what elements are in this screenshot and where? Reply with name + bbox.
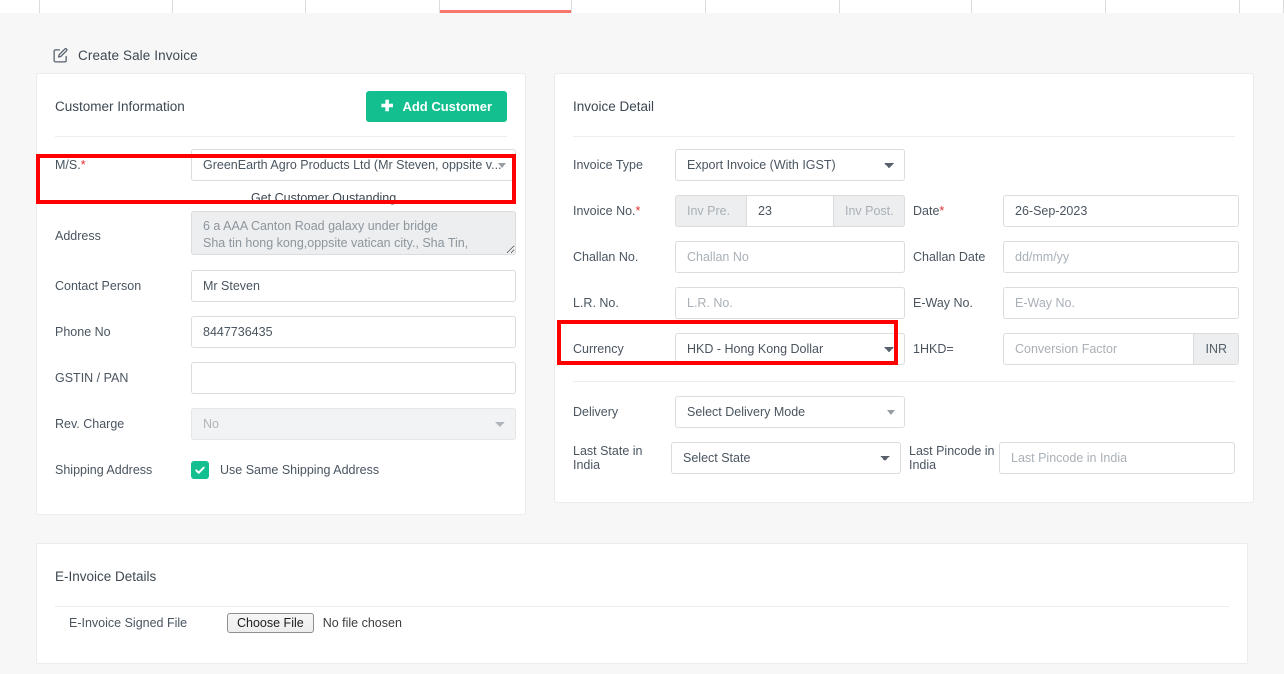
invoice-type-select[interactable]: Export Invoice (With IGST) [675,149,905,181]
invoice-type-row: Invoice Type Export Invoice (With IGST) [573,145,1235,185]
shipping-address-label: Shipping Address [55,463,153,477]
einvoice-file-row: E-Invoice Signed File Choose File No fil… [37,607,1247,663]
edit-square-icon [52,47,69,64]
last-state-row: Last State in India Select State Last Pi… [573,438,1235,478]
use-same-shipping-address-label: Use Same Shipping Address [220,463,380,477]
browser-tab-9[interactable] [1106,0,1240,13]
challan-no-input[interactable] [675,241,905,273]
conversion-currency-addon: INR [1193,333,1239,365]
browser-tab-10[interactable] [1240,0,1284,13]
date-label: Date* [913,204,945,218]
phone-no-input[interactable] [191,316,516,348]
invoice-no-row: Invoice No.* Date* [573,191,1239,231]
rev-charge-select: No [191,408,516,440]
invoice-date-input[interactable] [1003,195,1239,227]
invoice-detail-title: Invoice Detail [573,99,655,114]
challan-date-label: Challan Date [913,250,986,264]
rev-charge-row: Rev. Charge No [55,404,516,444]
inv-postfix-input [833,195,905,227]
lr-no-input[interactable] [675,287,905,319]
lr-no-label: L.R. No. [573,296,619,310]
einvoice-details-title: E-Invoice Details [55,569,157,584]
last-pincode-input[interactable] [999,442,1235,474]
choose-file-button[interactable]: Choose File [227,613,314,633]
currency-row: Currency HKD - Hong Kong Dollar 1HKD= IN… [573,329,1239,369]
ms-label: M/S.* [55,158,86,172]
customer-card-header: Customer Information ✚ Add Customer [37,74,525,136]
invoice-detail-card: Invoice Detail Invoice Type Export Invoi… [554,73,1254,503]
einvoice-card-header: E-Invoice Details [37,544,1247,606]
invoice-no-group [675,195,905,227]
date-required-asterisk: * [939,204,945,218]
last-pincode-label: Last Pincode in India [909,443,995,472]
challan-date-input[interactable] [1003,241,1239,273]
browser-tab-0[interactable] [0,0,40,13]
invoice-no-label: Invoice No.* [573,204,641,218]
browser-tab-3[interactable] [306,0,440,13]
challan-no-row: Challan No. Challan Date [573,237,1239,277]
ms-selected-value: GreenEarth Agro Products Ltd (Mr Steven,… [203,158,502,172]
invoice-section-divider [573,381,1235,382]
get-customer-outstanding-link[interactable]: Get Customer Oustanding [251,191,507,205]
contact-person-row: Contact Person [55,266,516,306]
delivery-mode-value: Select Delivery Mode [687,405,806,419]
add-customer-label: Add Customer [402,99,492,114]
invoice-form: Invoice Type Export Invoice (With IGST) … [555,137,1253,502]
browser-tab-4[interactable] [440,0,572,13]
shipping-address-row: Shipping Address Use Same Shipping Addre… [55,450,507,490]
add-customer-button[interactable]: ✚ Add Customer [365,91,507,122]
gstin-pan-input[interactable] [191,362,516,394]
inv-prefix-input [675,195,747,227]
last-state-label: Last State in India [573,443,643,472]
page-title: Create Sale Invoice [78,47,198,63]
delivery-row: Delivery Select Delivery Mode [573,392,1235,432]
page-header: Create Sale Invoice [0,13,1284,73]
conversion-factor-group: INR [1003,333,1239,365]
invoice-no-required-asterisk: * [635,204,641,218]
address-textarea: 6 a AAA Canton Road galaxy under bridge … [191,211,516,255]
lr-no-row: L.R. No. E-Way No. [573,283,1239,323]
use-same-shipping-address-checkbox[interactable] [191,461,209,479]
delivery-mode-select[interactable]: Select Delivery Mode [675,396,905,428]
eway-no-label: E-Way No. [913,296,973,310]
browser-tab-2[interactable] [173,0,306,13]
address-label: Address [55,228,101,243]
main-cards-row: Customer Information ✚ Add Customer M/S.… [36,73,1254,515]
browser-tab-7[interactable] [840,0,972,13]
plus-icon: ✚ [380,98,394,115]
gstin-pan-label: GSTIN / PAN [55,371,129,385]
currency-label: Currency [573,342,624,356]
einvoice-details-card: E-Invoice Details E-Invoice Signed File … [36,543,1248,664]
browser-tab-6[interactable] [706,0,840,13]
address-row: Address 6 a AAA Canton Road galaxy under… [55,211,516,260]
browser-tab-strip[interactable] [0,0,1284,13]
contact-person-input[interactable] [191,270,516,302]
ms-select[interactable]: GreenEarth Agro Products Ltd (Mr Steven,… [191,149,516,181]
phone-no-row: Phone No [55,312,516,352]
eway-no-input[interactable] [1003,287,1239,319]
customer-form: M/S.* GreenEarth Agro Products Ltd (Mr S… [37,137,525,514]
ms-row: M/S.* GreenEarth Agro Products Ltd (Mr S… [55,145,516,185]
rev-charge-label: Rev. Charge [55,417,125,431]
browser-tab-8[interactable] [972,0,1106,13]
conversion-factor-input[interactable] [1003,333,1195,365]
einvoice-signed-file-label: E-Invoice Signed File [69,616,188,630]
invoice-type-label: Invoice Type [573,158,643,172]
customer-information-card: Customer Information ✚ Add Customer M/S.… [36,73,526,515]
phone-no-label: Phone No [55,325,111,339]
delivery-label: Delivery [573,405,619,419]
challan-no-label: Challan No. [573,250,639,264]
customer-information-title: Customer Information [55,99,185,114]
browser-tab-5[interactable] [572,0,706,13]
no-file-chosen-text: No file chosen [322,616,402,630]
gstin-pan-row: GSTIN / PAN [55,358,516,398]
conversion-rate-label: 1HKD= [913,342,954,356]
ms-required-asterisk: * [80,158,86,172]
invoice-number-input[interactable] [746,195,834,227]
contact-person-label: Contact Person [55,279,142,293]
currency-select[interactable]: HKD - Hong Kong Dollar [675,333,905,365]
last-state-select[interactable]: Select State [671,442,901,474]
invoice-card-header: Invoice Detail [555,74,1253,136]
browser-tab-1[interactable] [40,0,173,13]
